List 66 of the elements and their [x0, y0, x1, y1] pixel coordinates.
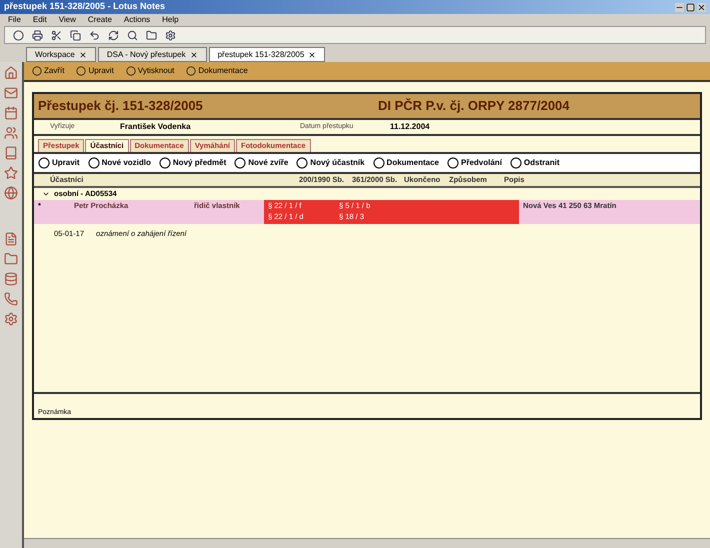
form-button[interactable]: Upravit — [38, 157, 80, 169]
button-icon — [372, 157, 385, 169]
toolbar-icon[interactable] — [89, 30, 100, 40]
action-button[interactable]: Vytisknout — [126, 65, 174, 77]
window-tab[interactable]: přestupek 151-328/2005 — [208, 47, 326, 62]
window-tab[interactable]: DSA - Nový přestupek — [98, 47, 207, 62]
toolbar-icon[interactable] — [70, 30, 81, 40]
button-icon — [447, 157, 460, 169]
form-button[interactable]: Dokumentace — [372, 157, 440, 169]
expand-icon[interactable] — [42, 190, 50, 198]
maximize-icon[interactable] — [686, 2, 695, 12]
window-tab[interactable]: Workspace — [26, 47, 96, 62]
toolbar-icon[interactable] — [108, 30, 119, 40]
window-title: přestupek 151-328/2005 - Lotus Notes — [4, 0, 166, 14]
form-button[interactable]: Odstranit — [510, 157, 560, 169]
toolbar-icon[interactable] — [127, 30, 138, 40]
field-value: 11.12.2004 — [390, 121, 431, 133]
button-icon — [234, 157, 246, 169]
menu-item[interactable]: View — [58, 14, 76, 26]
toolbar-icon[interactable] — [32, 30, 43, 40]
bookmark-icon[interactable] — [4, 232, 18, 246]
form-button[interactable]: Předvolání — [447, 157, 502, 169]
action-button[interactable]: Upravit — [76, 65, 114, 77]
form-title: Přestupek čj. 151-328/2005 — [38, 97, 204, 116]
toolbar-icon[interactable] — [146, 30, 157, 40]
action-icon — [32, 66, 42, 76]
bookmark-icon[interactable] — [4, 146, 18, 160]
minimize-icon[interactable] — [675, 2, 684, 12]
form-button[interactable]: Nové zvíře — [234, 157, 288, 169]
action-button[interactable]: Dokumentace — [186, 65, 248, 77]
bookmark-icon[interactable] — [4, 66, 18, 80]
close-tab-icon[interactable] — [78, 50, 87, 58]
menu-item[interactable]: Edit — [32, 14, 47, 26]
close-tab-icon[interactable] — [308, 50, 316, 58]
menu-item[interactable]: File — [8, 14, 21, 26]
close-tab-icon[interactable] — [190, 50, 198, 58]
toolbar-icon[interactable] — [51, 30, 62, 40]
bookmark-icon[interactable] — [4, 252, 18, 266]
bookmark-icon[interactable] — [4, 166, 18, 180]
button-icon — [158, 157, 171, 169]
action-button[interactable]: Zavřít — [32, 65, 64, 77]
button-icon — [88, 157, 100, 169]
bookmark-icon[interactable] — [4, 292, 18, 306]
bookmark-icon[interactable] — [4, 272, 18, 286]
form-reference: DI PČR P.v. čj. ORPY 2877/2004 — [378, 97, 570, 116]
close-icon[interactable] — [697, 2, 706, 12]
menu-item[interactable]: Create — [88, 14, 112, 26]
form-button[interactable]: Nový účastník — [296, 157, 365, 169]
bookmark-icon[interactable] — [4, 106, 18, 120]
button-icon — [510, 157, 522, 169]
menu-item[interactable]: Help — [162, 14, 179, 26]
form-button[interactable]: Nový předmět — [158, 157, 226, 169]
action-icon — [126, 66, 136, 76]
toolbar-icon[interactable] — [13, 30, 24, 40]
toolbar-icon[interactable] — [165, 30, 176, 40]
bookmark-icon[interactable] — [4, 126, 18, 140]
bookmark-icon[interactable] — [4, 186, 18, 200]
bookmark-icon[interactable] — [4, 86, 18, 100]
action-icon — [76, 66, 86, 76]
form-button[interactable]: Nové vozidlo — [88, 157, 151, 169]
button-icon — [296, 157, 308, 169]
action-icon — [186, 66, 196, 76]
button-icon — [38, 157, 50, 169]
bookmark-icon[interactable] — [4, 312, 18, 326]
field-value: František Vodenka — [120, 121, 192, 133]
menu-item[interactable]: Actions — [124, 14, 150, 26]
